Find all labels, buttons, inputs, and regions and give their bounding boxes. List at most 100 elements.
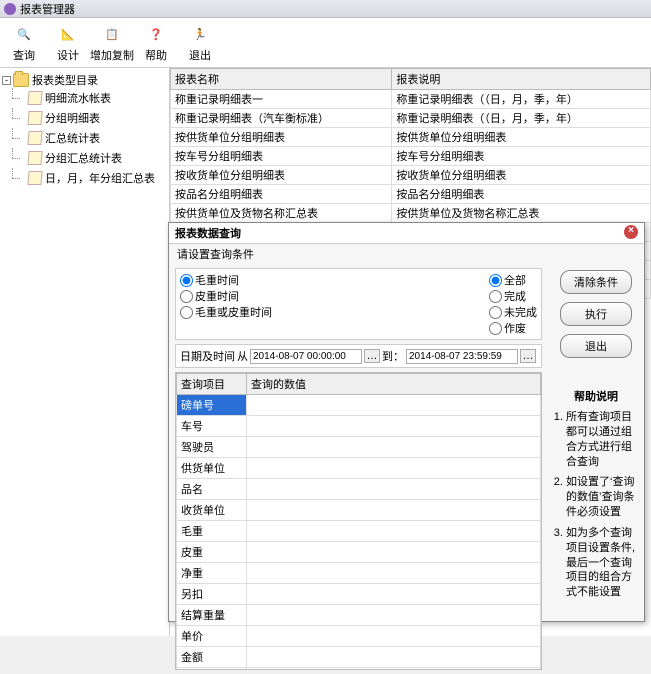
tool-icon: ❓ bbox=[144, 22, 168, 46]
query-value[interactable] bbox=[247, 479, 541, 500]
query-value[interactable] bbox=[247, 626, 541, 647]
cell: 称重记录明细表（（日，月，季，年） bbox=[392, 109, 651, 128]
radio-option[interactable]: 完成 bbox=[489, 288, 537, 304]
radio-input[interactable] bbox=[489, 306, 502, 319]
exit-button[interactable]: 退出 bbox=[560, 334, 632, 358]
radio-option[interactable]: 全部 bbox=[489, 272, 537, 288]
tree-item[interactable]: 明细流水帐表 bbox=[20, 88, 167, 108]
radio-input[interactable] bbox=[180, 290, 193, 303]
query-row[interactable]: 司磅员 bbox=[177, 668, 541, 671]
tree-item-label: 汇总统计表 bbox=[45, 130, 100, 146]
toolbar: 🔍查询📐设计📋增加复制❓帮助🏃退出 bbox=[0, 18, 651, 68]
tree-root[interactable]: - 报表类型目录 bbox=[2, 72, 167, 88]
cell: 按供货单位分组明细表 bbox=[171, 128, 392, 147]
query-row[interactable]: 驾驶员 bbox=[177, 437, 541, 458]
query-row[interactable]: 金额 bbox=[177, 647, 541, 668]
cell: 按品名分组明细表 bbox=[171, 185, 392, 204]
document-icon bbox=[27, 131, 42, 145]
radio-input[interactable] bbox=[489, 274, 502, 287]
tool-label: 增加复制 bbox=[90, 47, 134, 63]
query-row[interactable]: 皮重 bbox=[177, 542, 541, 563]
grid-col[interactable]: 报表说明 bbox=[392, 69, 651, 90]
document-icon bbox=[27, 111, 42, 125]
table-row[interactable]: 按品名分组明细表按品名分组明细表 bbox=[171, 185, 651, 204]
query-item: 皮重 bbox=[177, 542, 247, 563]
table-row[interactable]: 称重记录明细表一称重记录明细表（（日，月，季，年） bbox=[171, 90, 651, 109]
radio-option[interactable]: 未完成 bbox=[489, 304, 537, 320]
query-value[interactable] bbox=[247, 605, 541, 626]
tool-icon: 📋 bbox=[100, 22, 124, 46]
radio-input[interactable] bbox=[489, 322, 502, 335]
query-row[interactable]: 结算重量 bbox=[177, 605, 541, 626]
cell: 按供货单位分组明细表 bbox=[392, 128, 651, 147]
query-row[interactable]: 毛重 bbox=[177, 521, 541, 542]
window-title: 报表管理器 bbox=[20, 1, 75, 17]
table-row[interactable]: 按供货单位及货物名称汇总表按供货单位及货物名称汇总表 bbox=[171, 204, 651, 223]
document-icon bbox=[27, 151, 42, 165]
query-value[interactable] bbox=[247, 416, 541, 437]
tool-4[interactable]: 🏃退出 bbox=[178, 20, 222, 65]
query-item: 另扣 bbox=[177, 584, 247, 605]
tool-0[interactable]: 🔍查询 bbox=[2, 20, 46, 65]
collapse-icon[interactable]: - bbox=[2, 76, 11, 85]
tree-item[interactable]: 日，月，年分组汇总表 bbox=[20, 168, 167, 188]
tool-label: 帮助 bbox=[134, 47, 178, 63]
tool-3[interactable]: ❓帮助 bbox=[134, 20, 178, 65]
query-row[interactable]: 净重 bbox=[177, 563, 541, 584]
cell: 按品名分组明细表 bbox=[392, 185, 651, 204]
query-value[interactable] bbox=[247, 584, 541, 605]
cell: 称重记录明细表（汽车衡标准） bbox=[171, 109, 392, 128]
query-value[interactable] bbox=[247, 542, 541, 563]
tool-2[interactable]: 📋增加复制 bbox=[90, 20, 134, 65]
tool-1[interactable]: 📐设计 bbox=[46, 20, 90, 65]
query-row[interactable]: 另扣 bbox=[177, 584, 541, 605]
query-value[interactable] bbox=[247, 437, 541, 458]
query-value[interactable] bbox=[247, 668, 541, 671]
query-grid[interactable]: 查询项目 查询的数值 磅单号车号驾驶员供货单位品名收货单位毛重皮重净重另扣结算重… bbox=[175, 372, 542, 670]
radio-option[interactable]: 毛重时间 bbox=[180, 272, 272, 288]
radio-option[interactable]: 毛重或皮重时间 bbox=[180, 304, 272, 320]
date-label: 日期及时间 bbox=[180, 348, 235, 364]
help-item: 如为多个查询项目设置条件,最后一个查询项目的组合方式不能设置 bbox=[566, 526, 636, 600]
query-value[interactable] bbox=[247, 521, 541, 542]
query-row[interactable]: 车号 bbox=[177, 416, 541, 437]
tree-item[interactable]: 分组明细表 bbox=[20, 108, 167, 128]
date-from-picker[interactable]: … bbox=[364, 349, 380, 363]
clear-button[interactable]: 清除条件 bbox=[560, 270, 632, 294]
date-to-picker[interactable]: … bbox=[520, 349, 536, 363]
radio-input[interactable] bbox=[180, 306, 193, 319]
radio-input[interactable] bbox=[180, 274, 193, 287]
run-button[interactable]: 执行 bbox=[560, 302, 632, 326]
cell: 按收货单位分组明细表 bbox=[171, 166, 392, 185]
table-row[interactable]: 称重记录明细表（汽车衡标准）称重记录明细表（（日，月，季，年） bbox=[171, 109, 651, 128]
tree-item-label: 分组明细表 bbox=[45, 110, 100, 126]
query-value[interactable] bbox=[247, 563, 541, 584]
table-row[interactable]: 按收货单位分组明细表按收货单位分组明细表 bbox=[171, 166, 651, 185]
tool-label: 设计 bbox=[46, 47, 90, 63]
query-item: 司磅员 bbox=[177, 668, 247, 671]
query-value[interactable] bbox=[247, 647, 541, 668]
table-row[interactable]: 按车号分组明细表按车号分组明细表 bbox=[171, 147, 651, 166]
query-row[interactable]: 收货单位 bbox=[177, 500, 541, 521]
help-item: 如设置了‘查询的数值’查询条件必须设置 bbox=[566, 475, 636, 520]
radio-input[interactable] bbox=[489, 290, 502, 303]
close-icon[interactable]: × bbox=[624, 225, 638, 239]
query-value[interactable] bbox=[247, 500, 541, 521]
query-value[interactable] bbox=[247, 458, 541, 479]
radio-option[interactable]: 作废 bbox=[489, 320, 537, 336]
cell: 按收货单位分组明细表 bbox=[392, 166, 651, 185]
tree-item[interactable]: 分组汇总统计表 bbox=[20, 148, 167, 168]
tree-item[interactable]: 汇总统计表 bbox=[20, 128, 167, 148]
table-row[interactable]: 按供货单位分组明细表按供货单位分组明细表 bbox=[171, 128, 651, 147]
radio-option[interactable]: 皮重时间 bbox=[180, 288, 272, 304]
query-row[interactable]: 供货单位 bbox=[177, 458, 541, 479]
title-bar: 报表管理器 bbox=[0, 0, 651, 18]
query-value[interactable] bbox=[247, 395, 541, 416]
date-to-input[interactable] bbox=[406, 349, 518, 364]
query-row[interactable]: 单价 bbox=[177, 626, 541, 647]
tool-icon: 🏃 bbox=[188, 22, 212, 46]
query-row[interactable]: 磅单号 bbox=[177, 395, 541, 416]
date-from-input[interactable] bbox=[250, 349, 362, 364]
grid-col[interactable]: 报表名称 bbox=[171, 69, 392, 90]
query-row[interactable]: 品名 bbox=[177, 479, 541, 500]
